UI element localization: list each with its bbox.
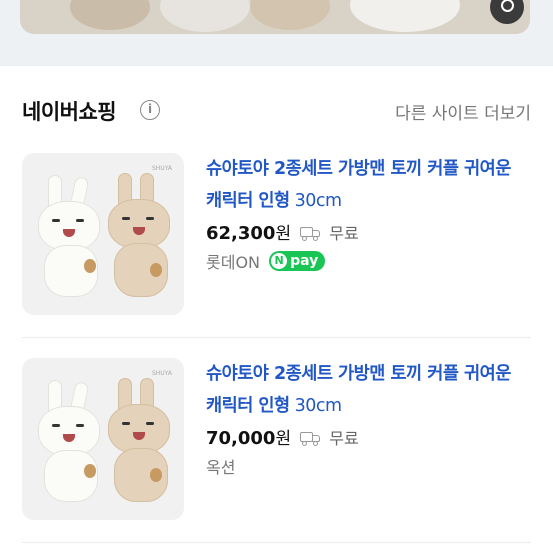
price-row: 70,000원 무료 xyxy=(206,424,531,450)
info-icon[interactable]: i xyxy=(140,100,160,120)
item-divider xyxy=(22,542,531,543)
price-row: 62,300원 무료 xyxy=(206,219,531,245)
truck-icon xyxy=(300,226,322,241)
white-rabbit-plush xyxy=(38,380,108,510)
seller-row: 롯데ON Npay xyxy=(206,249,531,273)
product-title-main: 슈야토야 2종세트 가방맨 토끼 커플 귀여운 캐릭터 인형 xyxy=(206,159,511,211)
product-info: 슈야토야 2종세트 가방맨 토끼 커플 귀여운 캐릭터 인형 30cm 70,0… xyxy=(206,358,531,478)
product-title[interactable]: 슈야토야 2종세트 가방맨 토끼 커플 귀여운 캐릭터 인형 30cm xyxy=(206,153,531,217)
product-price: 70,000 xyxy=(206,428,276,449)
top-image-plush xyxy=(160,0,250,32)
truck-icon xyxy=(300,431,322,446)
top-image-plush xyxy=(350,0,460,32)
product-item[interactable]: SHUYA 슈야토야 2종세트 가방맨 토끼 커플 귀여운 캐릭터 인형 30c… xyxy=(22,358,531,520)
product-price: 62,300 xyxy=(206,223,276,244)
shipping-label: 무료 xyxy=(329,224,359,243)
section-title: 네이버쇼핑 xyxy=(22,100,117,124)
item-divider xyxy=(22,337,531,338)
more-sites-link[interactable]: 다른 사이트 더보기 xyxy=(395,99,531,124)
npay-label: pay xyxy=(290,253,319,269)
naver-shopping-panel: 네이버쇼핑 i 다른 사이트 더보기 SHUYA 슈야토야 2종세트 가방맨 토… xyxy=(0,66,553,553)
seller-name: 옥션 xyxy=(206,458,236,477)
product-thumbnail[interactable]: SHUYA xyxy=(22,153,184,315)
product-info: 슈야토야 2종세트 가방맨 토끼 커플 귀여운 캐릭터 인형 30cm 62,3… xyxy=(206,153,531,273)
npay-n-mark: N xyxy=(271,253,288,269)
brand-mark: SHUYA xyxy=(151,370,172,377)
npay-icon: Npay xyxy=(269,251,326,271)
search-lens-icon[interactable] xyxy=(490,0,524,24)
product-title[interactable]: 슈야토야 2종세트 가방맨 토끼 커플 귀여운 캐릭터 인형 30cm xyxy=(206,358,531,422)
currency-label: 원 xyxy=(275,429,292,449)
seller-name: 롯데ON xyxy=(206,253,261,272)
shipping-label: 무료 xyxy=(329,429,359,448)
tan-rabbit-plush xyxy=(106,173,176,303)
top-image-plush xyxy=(250,0,330,30)
product-thumbnail[interactable]: SHUYA xyxy=(22,358,184,520)
currency-label: 원 xyxy=(275,224,292,244)
product-title-main: 슈야토야 2종세트 가방맨 토끼 커플 귀여운 캐릭터 인형 xyxy=(206,364,511,416)
top-image-card[interactable] xyxy=(20,0,530,34)
product-title-size: 30cm xyxy=(289,396,342,416)
tan-rabbit-plush xyxy=(106,378,176,508)
product-item[interactable]: SHUYA 슈야토야 2종세트 가방맨 토끼 커플 귀여운 캐릭터 인형 30c… xyxy=(22,153,531,315)
brand-mark: SHUYA xyxy=(151,165,172,172)
section-header: 네이버쇼핑 i 다른 사이트 더보기 xyxy=(22,96,531,124)
product-title-size: 30cm xyxy=(289,191,342,211)
white-rabbit-plush xyxy=(38,175,108,305)
top-image-plush xyxy=(70,0,150,30)
seller-row: 옥션 xyxy=(206,454,531,478)
